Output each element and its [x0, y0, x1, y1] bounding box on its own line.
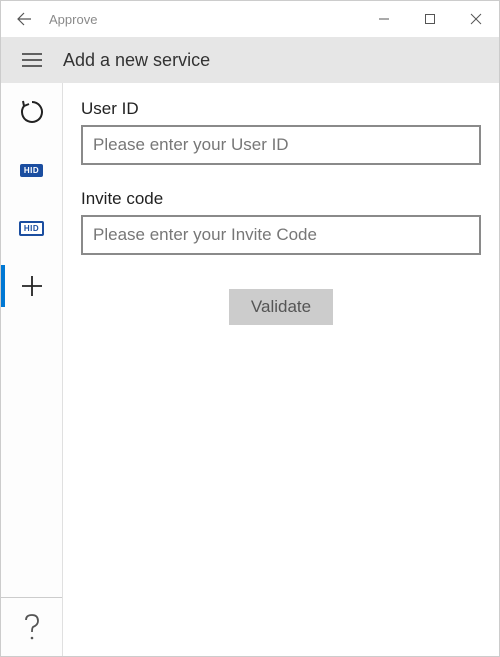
validate-button[interactable]: Validate: [229, 289, 333, 325]
sidebar-item-hid-2[interactable]: HID: [1, 199, 63, 257]
invite-code-label: Invite code: [81, 189, 481, 209]
minimize-button[interactable]: [361, 1, 407, 37]
window-title: Approve: [47, 12, 361, 27]
hid-badge-outline-icon: HID: [19, 221, 44, 236]
minimize-icon: [378, 13, 390, 25]
sidebar-item-add[interactable]: [1, 257, 63, 315]
maximize-button[interactable]: [407, 1, 453, 37]
subheader: Add a new service: [1, 37, 499, 83]
page-title: Add a new service: [63, 50, 210, 71]
sidebar-item-hid-1[interactable]: HID: [1, 141, 63, 199]
sidebar-item-help[interactable]: [1, 598, 63, 656]
close-button[interactable]: [453, 1, 499, 37]
user-id-label: User ID: [81, 99, 481, 119]
body: HID HID User ID Invite code: [1, 83, 499, 656]
back-button[interactable]: [1, 11, 47, 27]
main-content: User ID Invite code Validate: [63, 83, 499, 656]
refresh-icon: [19, 99, 45, 125]
plus-icon: [21, 275, 43, 297]
hid-badge-icon: HID: [20, 164, 43, 177]
app-window: Approve Add a new service: [0, 0, 500, 657]
window-controls: [361, 1, 499, 37]
invite-code-input[interactable]: [81, 215, 481, 255]
titlebar: Approve: [1, 1, 499, 37]
validate-row: Validate: [81, 289, 481, 325]
back-arrow-icon: [16, 11, 32, 27]
help-icon: [22, 613, 42, 641]
menu-button[interactable]: [1, 53, 63, 67]
sidebar-item-refresh[interactable]: [1, 83, 63, 141]
close-icon: [470, 13, 482, 25]
sidebar: HID HID: [1, 83, 63, 656]
hamburger-icon: [22, 53, 42, 67]
maximize-icon: [424, 13, 436, 25]
user-id-input[interactable]: [81, 125, 481, 165]
